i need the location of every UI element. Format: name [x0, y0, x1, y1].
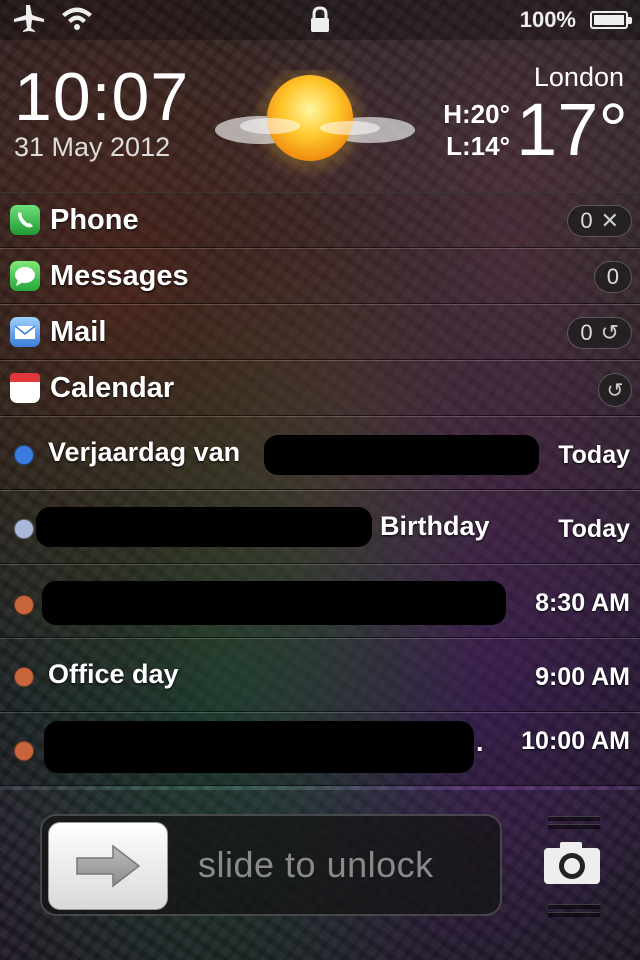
camera-icon[interactable] — [542, 840, 602, 886]
calendar-color-dot — [14, 519, 34, 539]
calendar-color-dot — [14, 445, 34, 465]
airplane-icon — [12, 3, 46, 38]
app-name: Messages — [50, 260, 189, 292]
refresh-icon[interactable]: ↺ — [601, 320, 619, 346]
mail-badge[interactable]: 0 ↺ — [567, 317, 632, 349]
battery-fill — [594, 15, 624, 25]
event-time: 8:30 AM — [535, 589, 630, 617]
app-name: Phone — [50, 204, 139, 236]
clock: 10:07 — [14, 59, 190, 135]
calendar-event[interactable]: Office day 9:00 AM — [0, 638, 640, 712]
mail-app-icon — [10, 317, 40, 347]
event-title: Verjaardag van — [48, 437, 241, 467]
event-time: 9:00 AM — [535, 663, 630, 691]
app-name: Mail — [50, 316, 107, 348]
refresh-icon[interactable]: ↺ — [598, 373, 632, 407]
notification-app-messages[interactable]: Messages 0 — [0, 248, 640, 304]
calendar-color-dot — [14, 741, 34, 761]
calendar-color-dot — [14, 667, 34, 687]
date: 31 May 2012 — [14, 132, 171, 162]
battery-icon — [590, 11, 632, 29]
notification-app-mail[interactable]: Mail 0 ↺ — [0, 304, 640, 360]
calendar-event[interactable]: 8:30 AM — [0, 564, 640, 638]
wifi-icon — [60, 5, 94, 36]
badge-count: 0 — [580, 320, 593, 345]
lock-icon — [309, 6, 331, 39]
redaction-mark — [44, 721, 474, 773]
status-bar-right: 100% — [519, 7, 632, 33]
event-title: Birthday — [380, 511, 490, 541]
notification-app-phone[interactable]: Phone 0 ✕ — [0, 192, 640, 248]
unlock-label: slide to unlock — [198, 844, 434, 885]
messages-app-icon — [10, 261, 40, 291]
calendar-color-dot — [14, 595, 34, 615]
unlock-slider-track[interactable]: slide to unlock — [40, 814, 502, 916]
arrow-right-icon — [76, 844, 141, 888]
unlock-slider-knob[interactable] — [48, 822, 168, 910]
status-bar: 100% — [0, 0, 640, 40]
temperature-high: H:20° — [443, 99, 510, 129]
badge-count: 0 — [606, 264, 619, 289]
camera-grabber[interactable] — [548, 912, 600, 917]
event-time: Today — [558, 441, 630, 469]
calendar-event[interactable]: Birthday Today — [0, 490, 640, 564]
unlock-bar: slide to unlock — [0, 790, 640, 960]
event-title: Office day — [48, 659, 179, 689]
phone-app-icon — [10, 205, 40, 235]
camera-grabber[interactable] — [548, 824, 600, 829]
camera-grabber[interactable] — [548, 904, 600, 909]
current-temperature: 17° — [516, 88, 628, 171]
calendar-event[interactable]: . 10:00 AM — [0, 712, 640, 786]
calendar-app-icon — [10, 373, 40, 403]
messages-badge[interactable]: 0 — [593, 261, 632, 293]
notification-list: Phone 0 ✕ Messages 0 Mail 0 ↺ Calendar ↺ — [0, 192, 640, 786]
event-time: Today — [558, 515, 630, 543]
event-time: 10:00 AM — [521, 727, 630, 755]
partly-sunny-icon — [210, 60, 420, 180]
camera-grabber[interactable] — [548, 816, 600, 821]
badge-count: 0 — [580, 208, 593, 233]
redaction-mark — [36, 507, 372, 547]
notification-app-calendar[interactable]: Calendar ↺ — [0, 360, 640, 416]
calendar-event[interactable]: Verjaardag van Today — [0, 416, 640, 490]
status-bar-left — [12, 3, 94, 38]
event-title: . — [476, 727, 484, 757]
redaction-mark — [264, 435, 539, 475]
app-name: Calendar — [50, 372, 175, 404]
temperature-low: L:14° — [446, 131, 510, 161]
redaction-mark — [42, 581, 506, 625]
battery-percent: 100% — [519, 7, 576, 32]
temperature-range: H:20° L:14° — [435, 98, 510, 162]
clear-icon[interactable]: ✕ — [601, 208, 619, 234]
lock-screen-header: 10:07 31 May 2012 H:20° L:14° London 17° — [0, 40, 640, 193]
phone-badge[interactable]: 0 ✕ — [567, 205, 632, 237]
